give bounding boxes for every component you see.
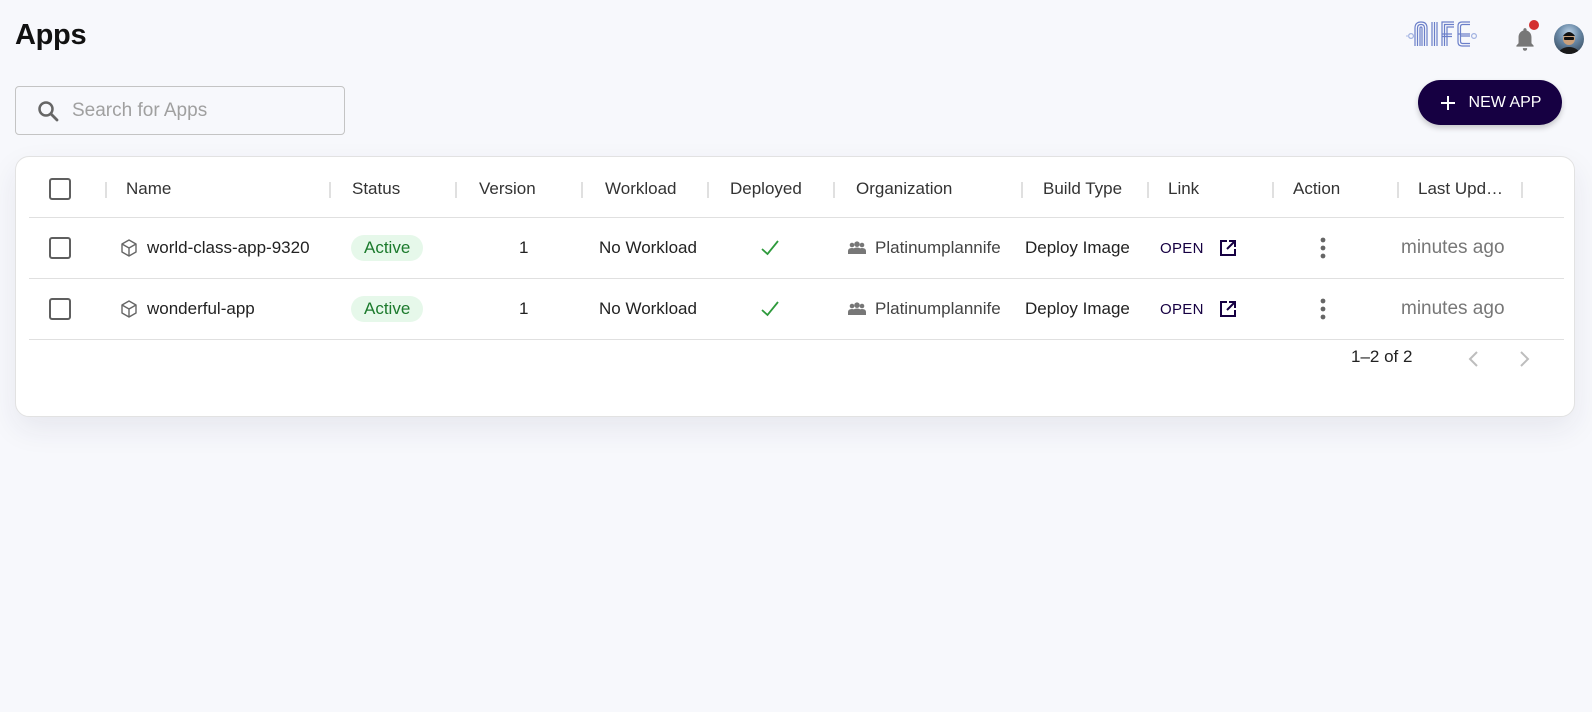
avatar-image: [1554, 24, 1584, 54]
column-header-action[interactable]: Action: [1293, 160, 1340, 217]
column-separator[interactable]: [329, 182, 331, 198]
column-header-status[interactable]: Status: [352, 160, 400, 217]
group-icon: [847, 301, 867, 317]
pagination-label: 1–2 of 2: [1351, 347, 1412, 367]
column-separator[interactable]: [105, 182, 107, 198]
workload-value: No Workload: [599, 218, 697, 278]
status-badge: Active: [351, 296, 423, 322]
version-value: 1: [519, 279, 528, 339]
row-checkbox[interactable]: [49, 298, 71, 320]
open-link[interactable]: OPEN: [1160, 218, 1238, 278]
new-app-label: NEW APP: [1469, 94, 1542, 112]
new-app-button[interactable]: NEW APP: [1418, 80, 1562, 125]
build-type-value: Deploy Image: [1025, 218, 1130, 278]
user-avatar[interactable]: [1554, 24, 1584, 54]
column-header-version[interactable]: Version: [479, 160, 536, 217]
search-input[interactable]: [72, 100, 322, 122]
row-checkbox[interactable]: [49, 237, 71, 259]
build-type-value: Deploy Image: [1025, 279, 1130, 339]
workload-value: No Workload: [599, 279, 697, 339]
bell-icon[interactable]: [1512, 26, 1538, 54]
app-name[interactable]: world-class-app-9320: [147, 238, 310, 258]
column-header-name[interactable]: Name: [126, 160, 171, 217]
column-separator[interactable]: [581, 182, 583, 198]
search-box[interactable]: [15, 86, 345, 135]
column-separator[interactable]: [833, 182, 835, 198]
check-icon: [759, 237, 781, 259]
last-updated-value: minutes ago: [1401, 218, 1505, 278]
notification-badge: [1529, 20, 1539, 30]
topbar: [1372, 12, 1592, 64]
column-header-workload[interactable]: Workload: [605, 160, 677, 217]
open-link-label[interactable]: OPEN: [1160, 240, 1204, 257]
apps-table: Name Status Version Workload Deployed Or…: [15, 156, 1575, 417]
app-name[interactable]: wonderful-app: [147, 299, 255, 319]
next-page-icon[interactable]: [1516, 349, 1532, 369]
search-icon: [36, 99, 60, 123]
column-separator[interactable]: [1397, 182, 1399, 198]
column-separator[interactable]: [455, 182, 457, 198]
column-header-build-type[interactable]: Build Type: [1043, 160, 1122, 217]
column-header-link[interactable]: Link: [1168, 160, 1199, 217]
external-link-icon[interactable]: [1218, 238, 1238, 258]
column-separator[interactable]: [707, 182, 709, 198]
package-icon: [119, 299, 139, 319]
check-icon: [759, 298, 781, 320]
organization-value: Platinumplannife: [875, 299, 1001, 319]
plus-icon: [1439, 94, 1457, 112]
external-link-icon[interactable]: [1218, 299, 1238, 319]
organization-value: Platinumplannife: [875, 238, 1001, 258]
version-value: 1: [519, 218, 528, 278]
group-icon: [847, 240, 867, 256]
previous-page-icon[interactable]: [1466, 349, 1482, 369]
column-header-organization[interactable]: Organization: [856, 160, 952, 217]
column-separator[interactable]: [1147, 182, 1149, 198]
open-link[interactable]: OPEN: [1160, 279, 1238, 339]
column-separator[interactable]: [1021, 182, 1023, 198]
page-title: Apps: [15, 19, 86, 52]
nife-logo[interactable]: [1406, 16, 1484, 52]
column-separator[interactable]: [1521, 182, 1523, 198]
status-badge: Active: [351, 235, 423, 261]
table-row[interactable]: wonderful-app Active 1 No Workload Plati…: [29, 279, 1564, 340]
package-icon: [119, 238, 139, 258]
more-vert-icon[interactable]: [1319, 236, 1327, 260]
open-link-label[interactable]: OPEN: [1160, 301, 1204, 318]
column-separator[interactable]: [1272, 182, 1274, 198]
select-all-checkbox[interactable]: [49, 178, 71, 200]
table-header: Name Status Version Workload Deployed Or…: [29, 160, 1564, 218]
last-updated-value: minutes ago: [1401, 279, 1505, 339]
more-vert-icon[interactable]: [1319, 297, 1327, 321]
column-header-last-updated[interactable]: Last Upd…: [1418, 160, 1503, 217]
table-row[interactable]: world-class-app-9320 Active 1 No Workloa…: [29, 218, 1564, 279]
column-header-deployed[interactable]: Deployed: [730, 160, 802, 217]
